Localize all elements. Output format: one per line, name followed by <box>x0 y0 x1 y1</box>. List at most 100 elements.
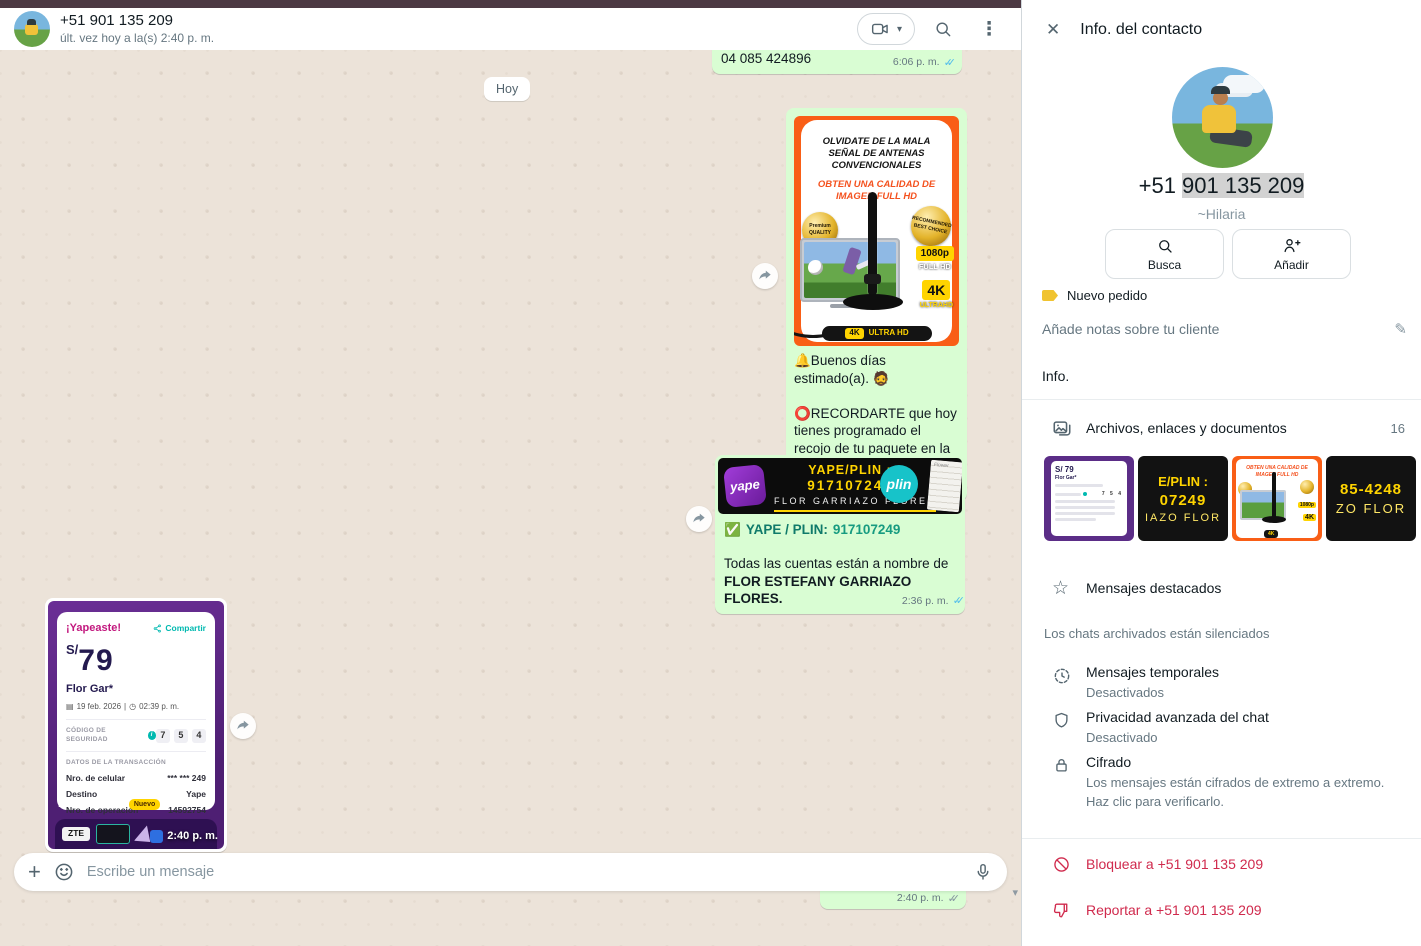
info-icon[interactable]: i <box>148 731 156 740</box>
video-call-icon <box>870 19 890 39</box>
ad-headline: OLVIDATE DE LA MALA SEÑAL DE ANTENAS CON… <box>801 136 952 172</box>
edit-pencil-icon[interactable]: ✎ <box>1394 320 1407 338</box>
media-links-docs-row[interactable]: Archivos, enlaces y documentos 16 <box>1022 412 1421 444</box>
video-call-button[interactable]: ▾ <box>857 13 915 45</box>
chat-header-info[interactable]: +51 901 135 209 últ. vez hoy a la(s) 2:4… <box>60 12 214 46</box>
message-time: 6:06 p. m. <box>893 56 940 70</box>
media-thumb-ad[interactable]: OBTEN UNA CALIDAD DE IMAGEN FULL HD 1080… <box>1232 456 1322 541</box>
clock-icon: ◷ <box>129 702 136 713</box>
decor <box>27 19 36 25</box>
message-time: 2:36 p. m. <box>902 595 949 609</box>
forward-button[interactable] <box>230 713 256 739</box>
contact-actions: Busca Añadir <box>1105 229 1351 279</box>
encryption-row[interactable]: CifradoLos mensajes están cifrados de ex… <box>1022 754 1411 812</box>
media-icon <box>1052 418 1086 438</box>
forward-button[interactable] <box>686 506 712 532</box>
message-input[interactable] <box>87 864 961 880</box>
screenshot-time-overlay: 2:40 p. m. <box>150 829 218 844</box>
panel-title: Info. del contacto <box>1080 21 1202 39</box>
decor: S/ 79 Flor Gar* 7 5 4 <box>1051 461 1127 536</box>
menu-kebab-icon[interactable]: ⋮ <box>971 11 1007 47</box>
receipt-datetime: ▤ 19 feb. 2026 | ◷ 02:39 p. m. <box>66 702 206 713</box>
media-thumb-banner-2[interactable]: 85-4248 ZO FLOR <box>1326 456 1416 541</box>
timer-icon <box>1052 664 1086 703</box>
ad-image[interactable]: OLVIDATE DE LA MALA SEÑAL DE ANTENAS CON… <box>794 116 959 346</box>
check-emoji: ✅ <box>724 521 741 539</box>
block-icon <box>1052 855 1086 874</box>
media-thumbnails: S/ 79 Flor Gar* 7 5 4 E/PLIN : 07249 IAZ… <box>1044 456 1416 541</box>
contact-alias: ~Hilaria <box>1022 206 1421 222</box>
decor <box>1055 506 1115 509</box>
window-title-strip <box>0 0 1021 8</box>
decor <box>864 274 881 284</box>
mic-button[interactable] <box>973 862 993 882</box>
receipt-footer: Más en Yape Nuevo <box>58 797 160 812</box>
receipt-card: ¡Yapeaste! Compartir S/79 Flor Gar* ▤ <box>57 612 215 810</box>
notes-placeholder: Añade notas sobre tu cliente <box>1042 321 1219 337</box>
message-incoming-receipt[interactable]: ¡Yapeaste! Compartir S/79 Flor Gar* ▤ <box>45 598 227 852</box>
decor <box>1242 492 1284 518</box>
sticker-emoji-button[interactable] <box>53 861 75 883</box>
disappearing-messages-row[interactable]: Mensajes temporalesDesactivados <box>1022 664 1421 703</box>
contact-phone[interactable]: +51 901 135 209 <box>1022 173 1421 199</box>
contact-avatar[interactable] <box>1172 67 1273 168</box>
message-list[interactable]: 04 085 424896 6:06 p. m. ✓✓ Hoy OLVIDATE… <box>0 50 1021 946</box>
share-button[interactable]: Compartir <box>153 623 206 634</box>
yape-receipt-image[interactable]: ¡Yapeaste! Compartir S/79 Flor Gar* ▤ <box>48 601 224 849</box>
avatar[interactable] <box>14 11 50 47</box>
message-outgoing-yape[interactable]: yape YAPE/PLIN : 917107249 FLOR GARRIAZO… <box>715 455 965 614</box>
scrollbar-arrow[interactable]: ▾ <box>1012 886 1018 899</box>
search-chat-button[interactable]: Busca <box>1105 229 1224 279</box>
chip-1080p: 1080p FULL HD <box>916 246 954 272</box>
message-time: 2:40 p. m. <box>897 892 944 906</box>
chat-header-actions: ▾ ⋮ <box>857 11 1007 47</box>
receipt-recipient: Flor Gar* <box>66 682 206 697</box>
transaction-label: DATOS DE LA TRANSACCIÓN <box>66 759 206 768</box>
message-text: 04 085 424896 <box>721 51 811 66</box>
label-row[interactable]: Nuevo pedido <box>1042 288 1147 303</box>
shield-icon <box>1052 709 1086 748</box>
zte-logo: ZTE <box>62 827 90 840</box>
decor <box>804 242 896 298</box>
decor <box>1202 105 1236 133</box>
message-composer: + <box>14 853 1007 891</box>
message-meta: 2:40 p. m. ✓✓ <box>897 892 960 907</box>
message-text: 🔔Buenos días estimado(a). 🧔 <box>794 352 959 388</box>
close-icon[interactable]: ✕ <box>1046 20 1060 40</box>
message-outgoing[interactable]: 04 085 424896 6:06 p. m. ✓✓ <box>712 50 962 74</box>
calendar-icon: ▤ <box>66 702 74 713</box>
soccer-ball-graphic <box>808 260 823 275</box>
banner-name: FLOR GARRIAZO FLORES <box>774 496 936 512</box>
divider <box>1022 399 1421 400</box>
phone-graphic <box>96 824 130 844</box>
chip-4k: 4K ULTRAHD <box>920 280 953 311</box>
receipt-amount: S/79 <box>66 641 206 681</box>
media-thumb-receipt[interactable]: S/ 79 Flor Gar* 7 5 4 <box>1044 456 1134 541</box>
media-thumb-yape-banner[interactable]: E/PLIN : 07249 IAZO FLOR <box>1138 456 1228 541</box>
date-divider: Hoy <box>484 77 530 101</box>
block-contact-row[interactable]: Bloquear a +51 901 135 209 <box>1022 850 1421 878</box>
forward-button[interactable] <box>752 263 778 289</box>
thumbs-down-icon <box>1052 901 1086 920</box>
decor <box>1083 492 1087 496</box>
decor <box>1272 472 1276 518</box>
decor <box>1262 516 1286 523</box>
plin-logo: plin <box>880 465 918 503</box>
receipt-title: ¡Yapeaste! <box>66 621 121 636</box>
attach-plus-button[interactable]: + <box>28 861 41 883</box>
starred-messages-row[interactable]: ☆ Mensajes destacados <box>1022 572 1421 604</box>
tv-graphic <box>800 238 900 302</box>
report-contact-row[interactable]: Reportar a +51 901 135 209 <box>1022 896 1421 924</box>
notes-row[interactable]: Añade notas sobre tu cliente ✎ <box>1042 320 1407 338</box>
advanced-privacy-row[interactable]: Privacidad avanzada del chatDesactivado <box>1022 709 1421 748</box>
archived-note: Los chats archivados están silenciados <box>1044 626 1269 641</box>
add-contact-button[interactable]: Añadir <box>1232 229 1351 279</box>
info-heading: Info. <box>1042 368 1069 384</box>
decor <box>843 294 903 310</box>
message-outgoing-ad[interactable]: OLVIDATE DE LA MALA SEÑAL DE ANTENAS CON… <box>786 108 967 501</box>
search-button[interactable] <box>925 11 961 47</box>
yape-banner-image[interactable]: yape YAPE/PLIN : 917107249 FLOR GARRIAZO… <box>718 458 962 514</box>
read-ticks-icon: ✓✓ <box>944 56 956 71</box>
star-icon: ☆ <box>1052 577 1086 600</box>
chat-header: +51 901 135 209 últ. vez hoy a la(s) 2:4… <box>0 8 1021 50</box>
